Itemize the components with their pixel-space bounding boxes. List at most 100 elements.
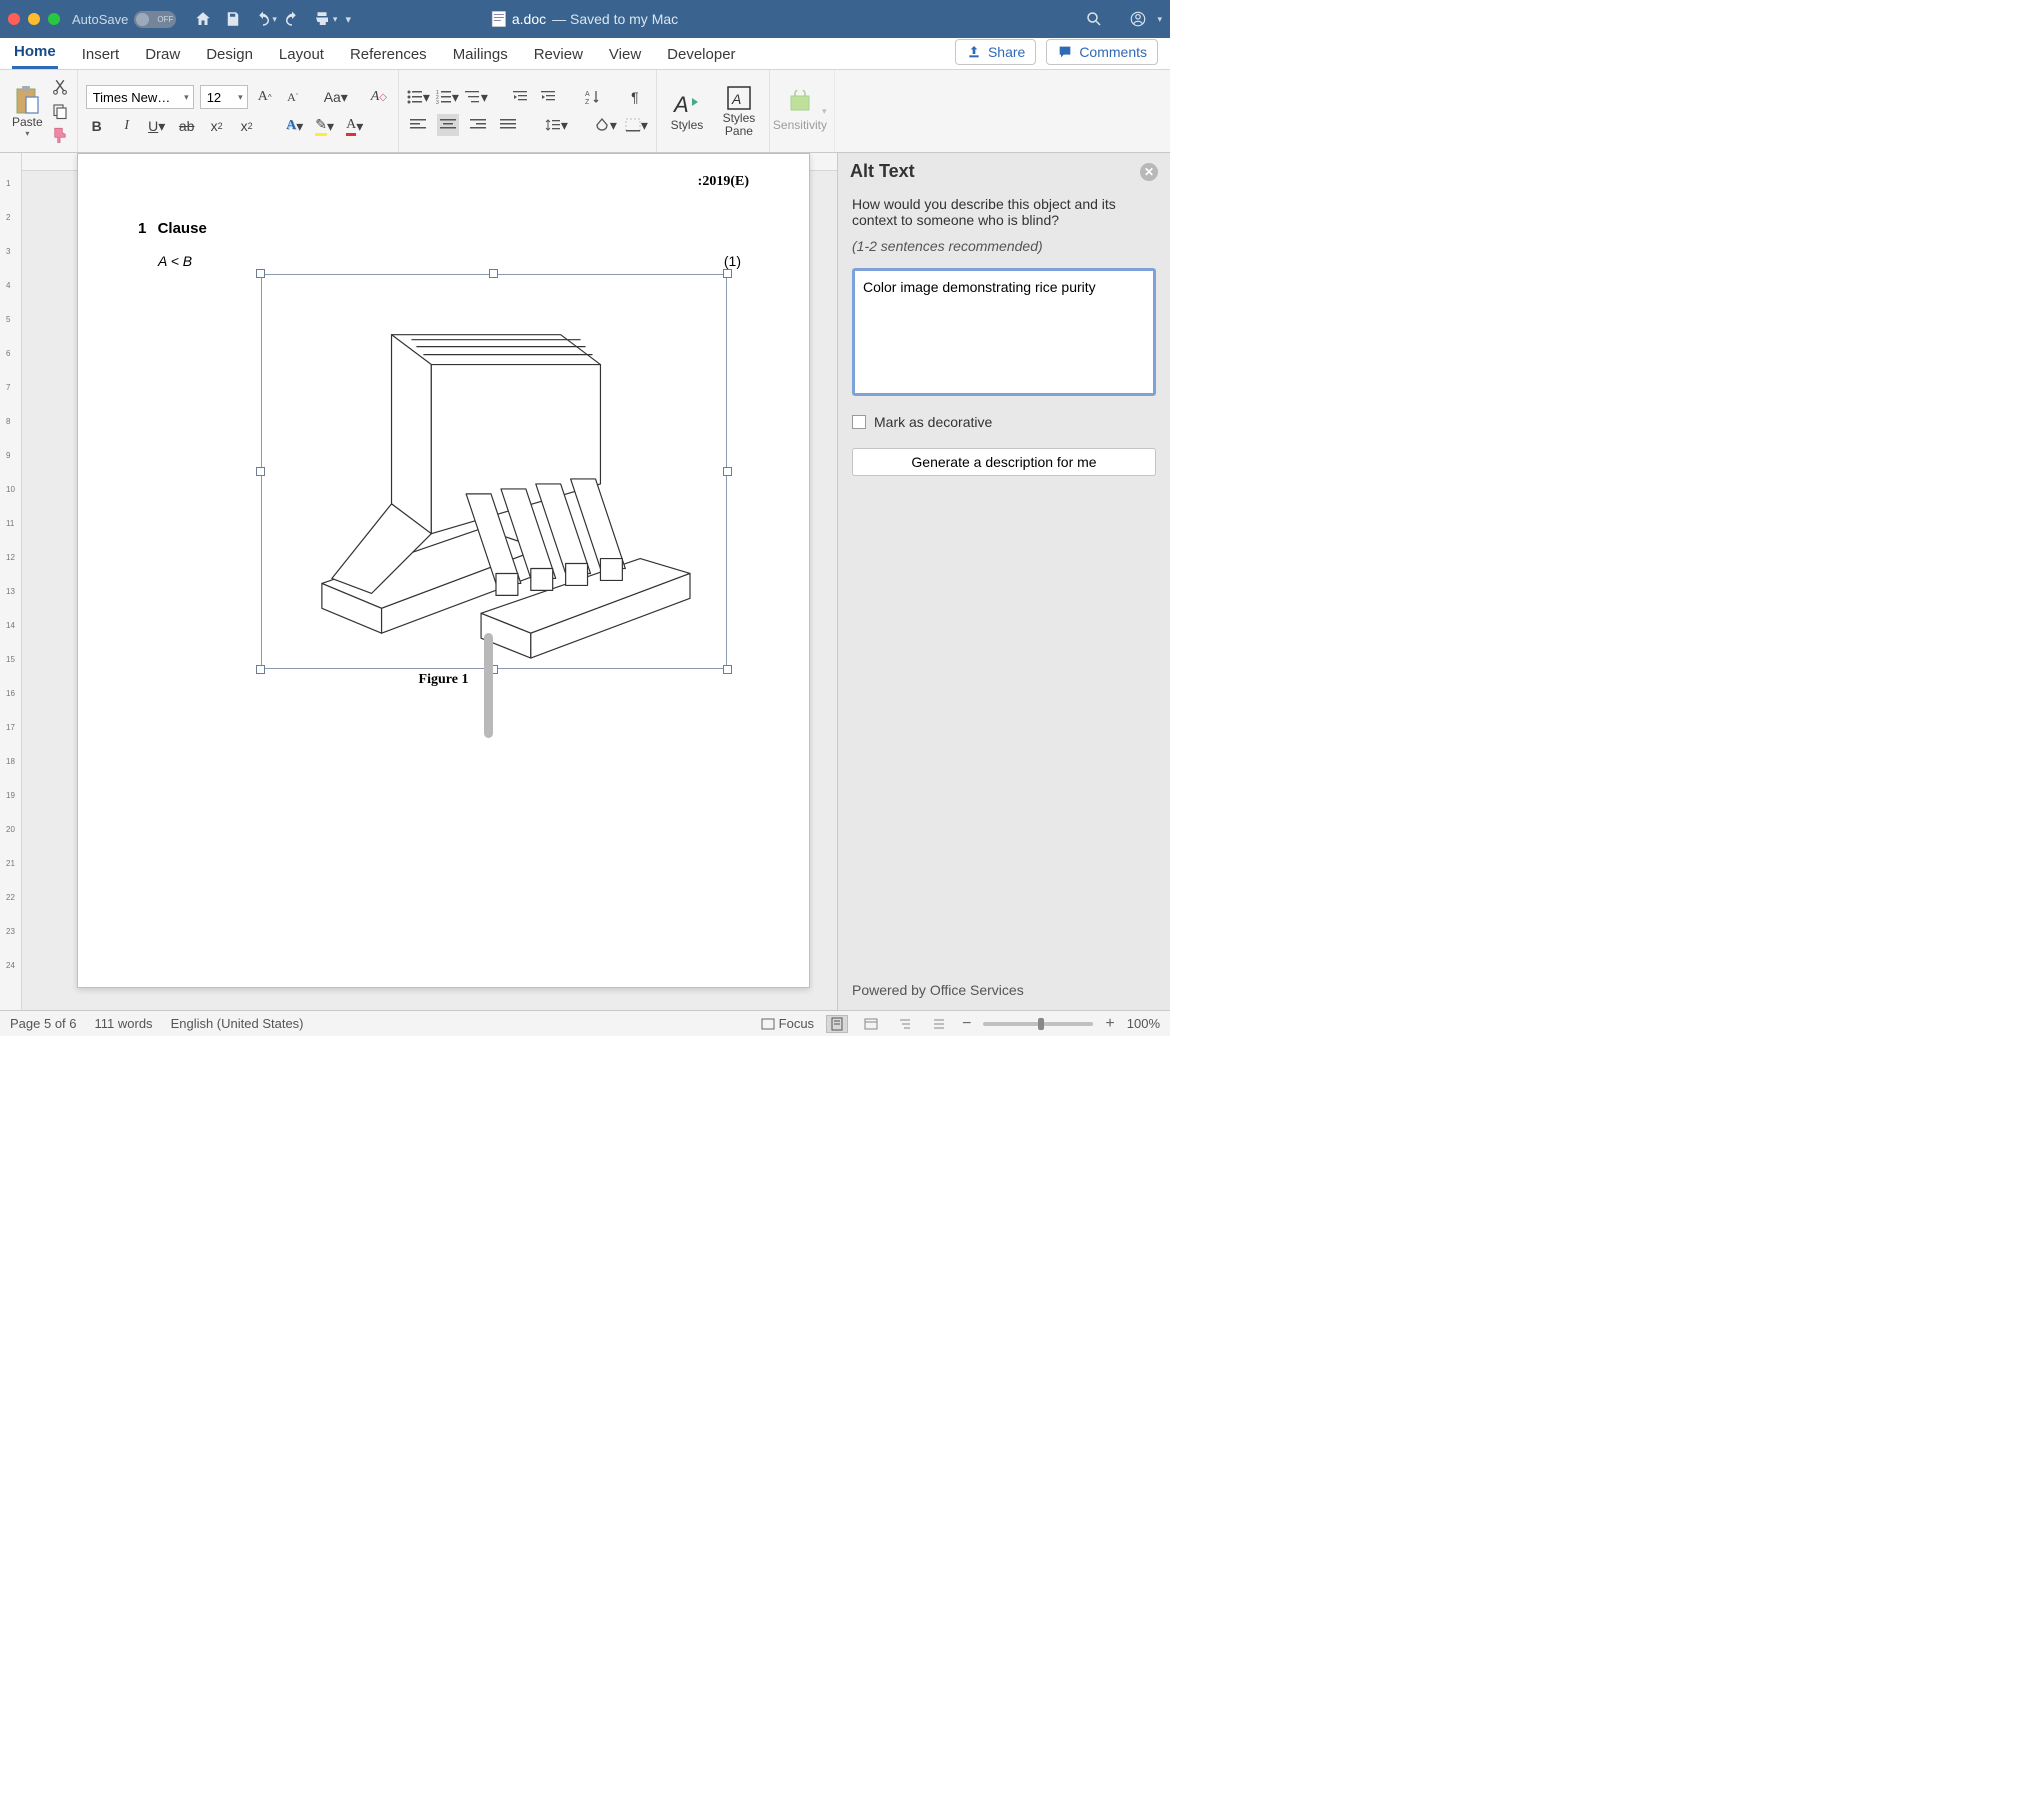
subscript-button[interactable]: x2 xyxy=(206,115,228,137)
redo-icon[interactable] xyxy=(283,10,301,28)
comments-button[interactable]: Comments xyxy=(1046,39,1158,65)
tab-review[interactable]: Review xyxy=(532,40,585,69)
text-effects-icon[interactable]: A▾ xyxy=(284,115,306,137)
italic-button[interactable]: I xyxy=(116,115,138,137)
undo-icon[interactable] xyxy=(254,10,272,28)
tab-mailings[interactable]: Mailings xyxy=(451,40,510,69)
clipboard-icon xyxy=(14,85,40,115)
bold-button[interactable]: B xyxy=(86,115,108,137)
tab-references[interactable]: References xyxy=(348,40,429,69)
tab-design[interactable]: Design xyxy=(204,40,255,69)
font-color-icon[interactable]: A▾ xyxy=(344,115,366,137)
page[interactable]: :2019(E) 1 Clause A < B (1) xyxy=(77,153,810,988)
zoom-slider[interactable] xyxy=(983,1022,1093,1026)
alt-text-question: How would you describe this object and i… xyxy=(852,196,1156,228)
highlight-icon[interactable]: ✎▾ xyxy=(314,115,336,137)
customize-qat-icon[interactable]: ▾ xyxy=(345,13,351,26)
justify-icon[interactable] xyxy=(497,114,519,136)
tab-draw[interactable]: Draw xyxy=(143,40,182,69)
multilevel-list-icon[interactable]: ▾ xyxy=(465,86,488,108)
svg-text:A: A xyxy=(672,92,689,117)
language-indicator[interactable]: English (United States) xyxy=(171,1016,304,1031)
page-indicator[interactable]: Page 5 of 6 xyxy=(10,1016,77,1031)
svg-text:A: A xyxy=(731,91,741,107)
align-left-icon[interactable] xyxy=(407,114,429,136)
share-button[interactable]: Share xyxy=(955,39,1036,65)
font-name-combo[interactable]: Times New… xyxy=(86,85,194,109)
print-icon[interactable] xyxy=(313,10,331,28)
styles-button[interactable]: A Styles xyxy=(665,90,709,132)
svg-text:A: A xyxy=(585,91,590,98)
zoom-level[interactable]: 100% xyxy=(1127,1016,1160,1031)
shrink-font-icon[interactable]: Aˇ xyxy=(282,86,304,108)
document-region[interactable]: 112345678910111213141516171819 :2019(E) … xyxy=(22,153,837,1010)
work-area: /*filled below*/ 12345678910111213141516… xyxy=(0,153,1170,1010)
scrollbar-thumb[interactable] xyxy=(484,633,493,738)
format-painter-icon[interactable] xyxy=(51,126,69,144)
tab-insert[interactable]: Insert xyxy=(80,40,122,69)
alt-text-hint: (1-2 sentences recommended) xyxy=(852,238,1156,254)
outline-view-icon[interactable] xyxy=(894,1015,916,1033)
styles-pane-button[interactable]: A Styles Pane xyxy=(717,84,761,138)
clear-format-icon[interactable]: A◇ xyxy=(368,86,390,108)
decrease-indent-icon[interactable] xyxy=(510,86,532,108)
generate-description-button[interactable]: Generate a description for me xyxy=(852,448,1156,476)
superscript-button[interactable]: x2 xyxy=(236,115,258,137)
alt-text-input[interactable] xyxy=(852,268,1156,396)
increase-indent-icon[interactable] xyxy=(538,86,560,108)
print-layout-view-icon[interactable] xyxy=(826,1015,848,1033)
shading-icon[interactable]: ▾ xyxy=(594,114,617,136)
figure-caption: Figure 1 xyxy=(78,672,809,688)
sort-icon[interactable]: AZ xyxy=(582,86,604,108)
tab-view[interactable]: View xyxy=(607,40,643,69)
titlebar: AutoSave OFF ▾ ▾ ▾ a.doc — Saved to my M… xyxy=(0,0,1170,38)
align-right-icon[interactable] xyxy=(467,114,489,136)
line-spacing-icon[interactable]: ▾ xyxy=(545,114,568,136)
minimize-window-icon[interactable] xyxy=(28,13,40,25)
account-icon[interactable] xyxy=(1129,10,1147,28)
font-size-combo[interactable]: 12 xyxy=(200,85,248,109)
mark-decorative-checkbox[interactable]: Mark as decorative xyxy=(852,414,1156,430)
figure-graphic xyxy=(262,275,726,668)
ribbon-tabs: Home Insert Draw Design Layout Reference… xyxy=(0,38,1170,70)
tab-layout[interactable]: Layout xyxy=(277,40,326,69)
sensitivity-icon xyxy=(785,90,815,118)
selected-image[interactable] xyxy=(261,274,727,669)
cut-icon[interactable] xyxy=(51,78,69,96)
bullets-icon[interactable]: ▾ xyxy=(407,86,430,108)
strikethrough-button[interactable]: ab xyxy=(176,115,198,137)
vertical-ruler: /*filled below*/ 12345678910111213141516… xyxy=(0,153,22,1010)
word-count[interactable]: 111 words xyxy=(95,1016,153,1031)
copy-icon[interactable] xyxy=(51,102,69,120)
zoom-out-icon[interactable]: − xyxy=(962,1015,971,1033)
borders-icon[interactable]: ▾ xyxy=(625,114,648,136)
zoom-in-icon[interactable]: + xyxy=(1105,1015,1114,1033)
home-icon[interactable] xyxy=(194,10,212,28)
equation-line: A < B (1) xyxy=(158,253,749,269)
doc-icon xyxy=(492,11,506,27)
grow-font-icon[interactable]: A^ xyxy=(254,86,276,108)
autosave-label: AutoSave xyxy=(72,12,128,27)
tab-home[interactable]: Home xyxy=(12,37,58,69)
numbering-icon[interactable]: 123▾ xyxy=(436,86,459,108)
page-header: :2019(E) xyxy=(138,174,749,190)
show-marks-icon[interactable]: ¶ xyxy=(624,86,646,108)
status-bar: Page 5 of 6 111 words English (United St… xyxy=(0,1010,1170,1036)
autosave-toggle[interactable]: AutoSave OFF xyxy=(72,11,176,28)
checkbox-icon[interactable] xyxy=(852,415,866,429)
focus-mode[interactable]: Focus xyxy=(761,1016,814,1031)
panel-footer: Powered by Office Services xyxy=(838,982,1170,998)
underline-button[interactable]: U▾ xyxy=(146,115,168,137)
save-icon[interactable] xyxy=(224,10,242,28)
ribbon: Paste ▾ Times New… 12 A^ Aˇ Aa▾ A◇ B I U… xyxy=(0,70,1170,153)
close-panel-icon[interactable]: ✕ xyxy=(1140,163,1158,181)
align-center-icon[interactable] xyxy=(437,114,459,136)
change-case-icon[interactable]: Aa▾ xyxy=(324,86,348,108)
draft-view-icon[interactable] xyxy=(928,1015,950,1033)
paste-button[interactable]: Paste ▾ xyxy=(8,83,47,140)
close-window-icon[interactable] xyxy=(8,13,20,25)
web-layout-view-icon[interactable] xyxy=(860,1015,882,1033)
tab-developer[interactable]: Developer xyxy=(665,40,737,69)
maximize-window-icon[interactable] xyxy=(48,13,60,25)
search-icon[interactable] xyxy=(1085,10,1103,28)
